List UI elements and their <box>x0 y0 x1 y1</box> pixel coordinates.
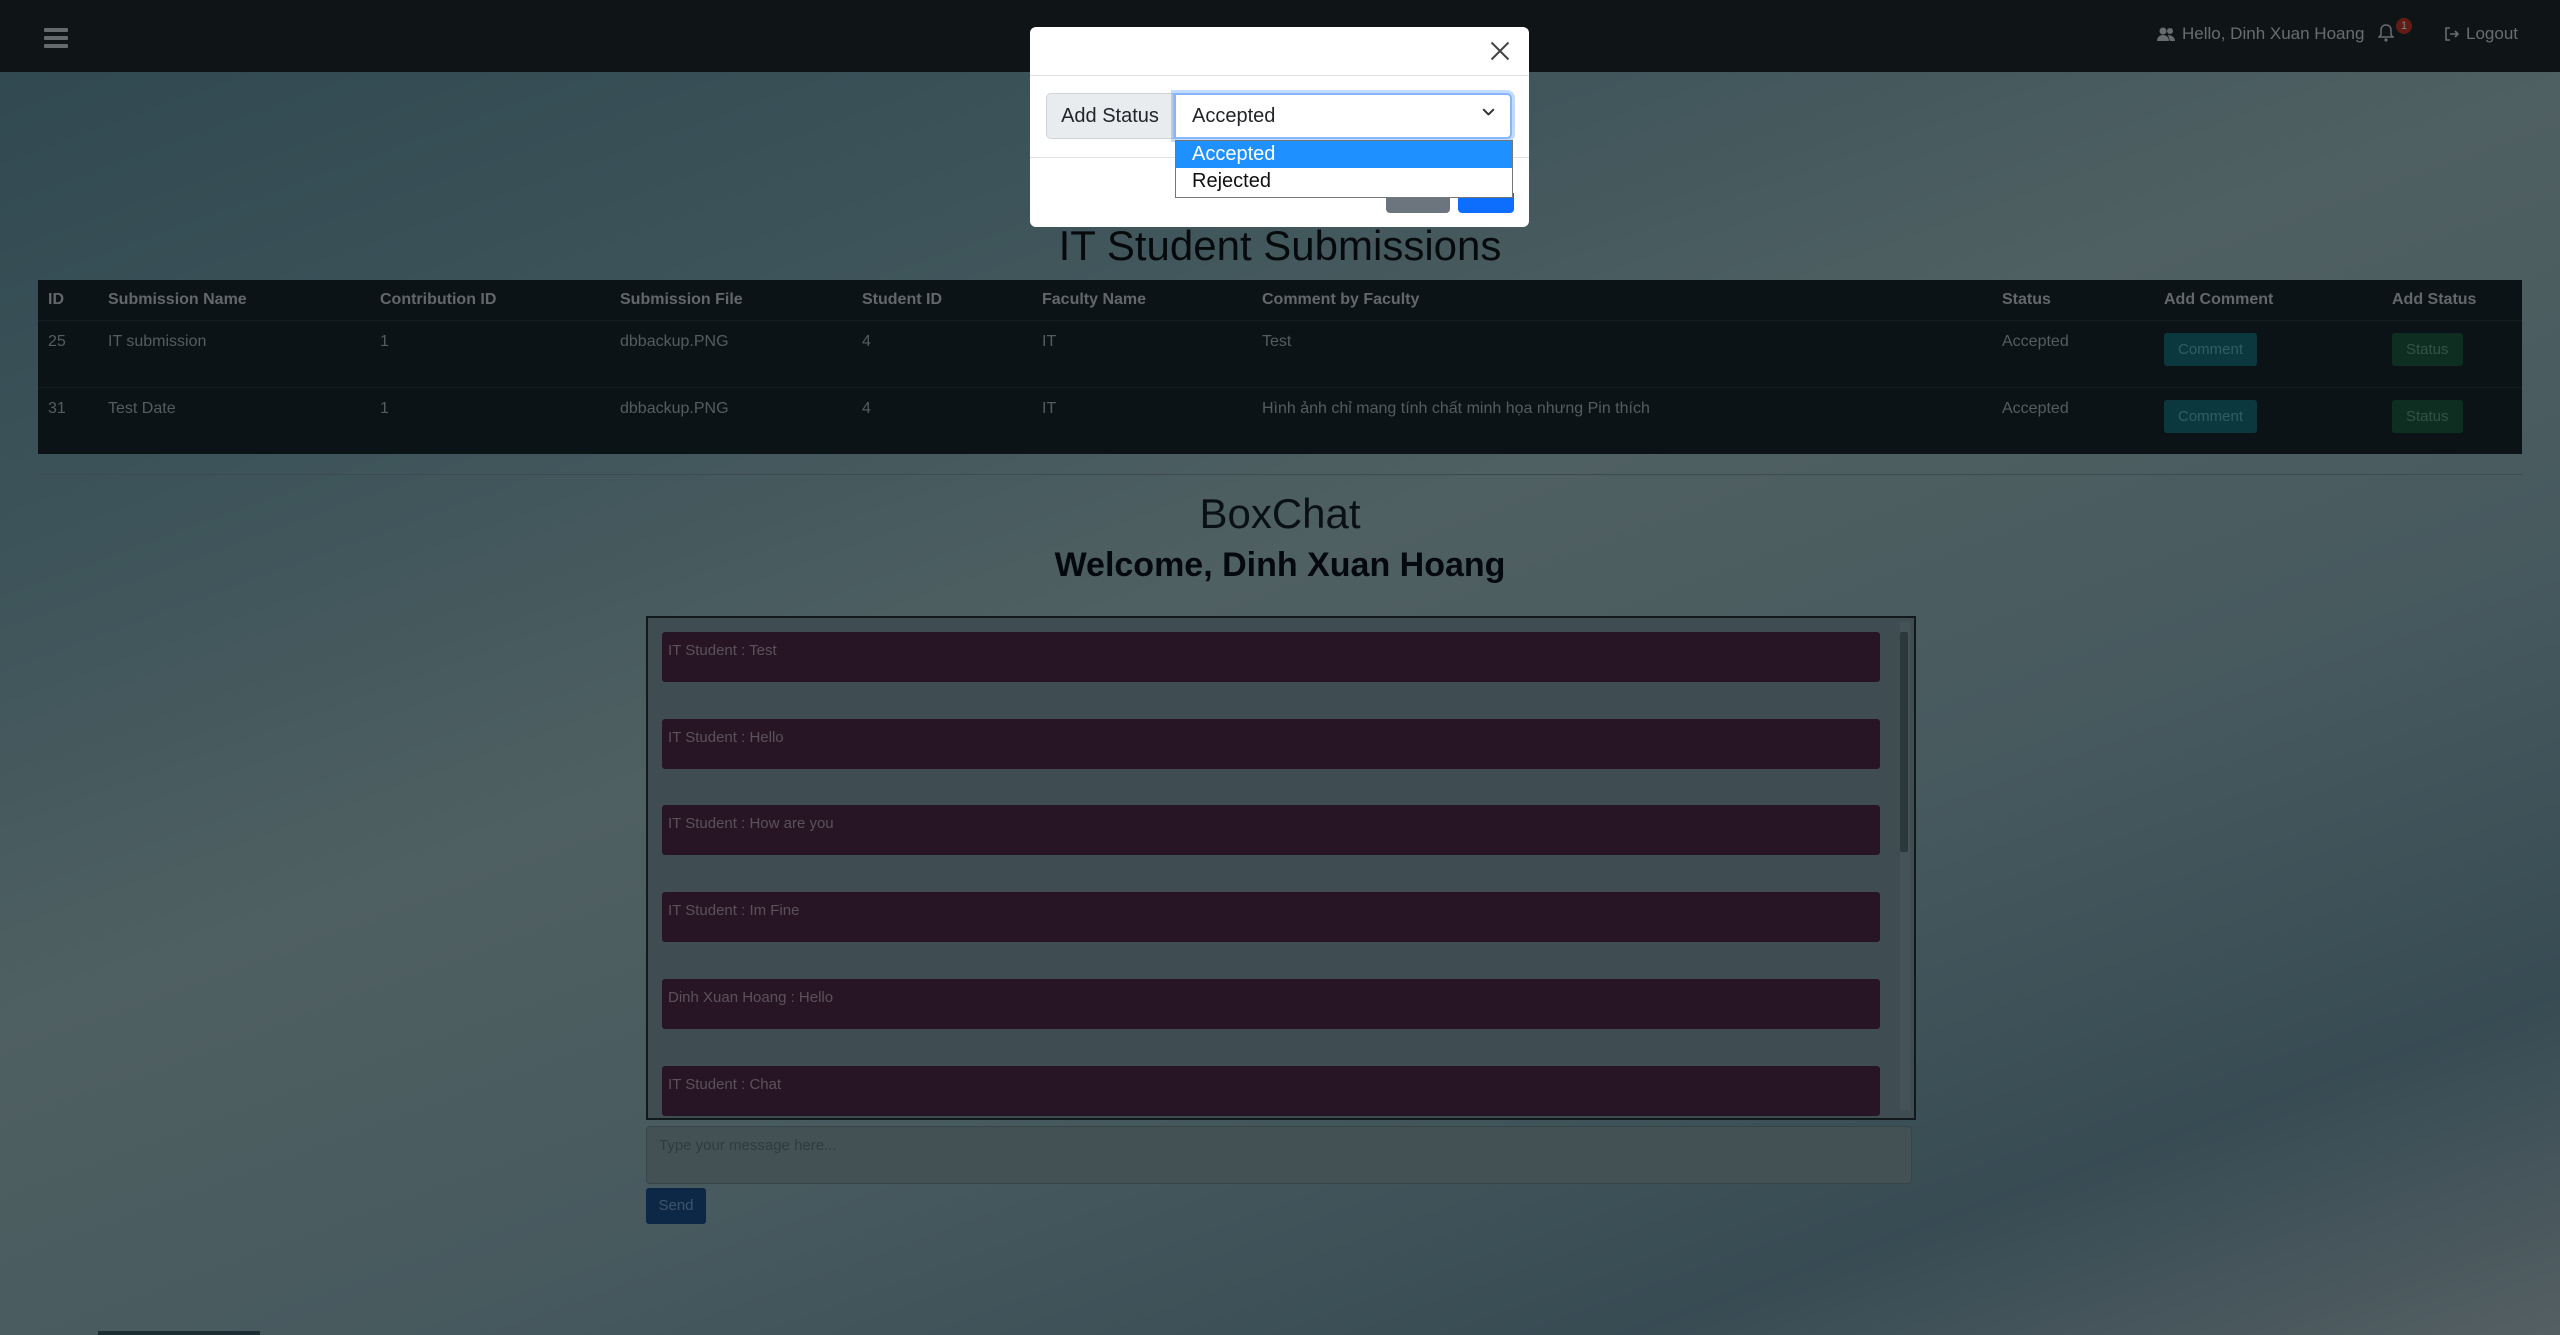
chevron-down-icon <box>1482 108 1495 118</box>
status-select[interactable]: Accepted <box>1174 93 1512 139</box>
status-dropdown-list: Accepted Rejected <box>1175 140 1513 198</box>
dropdown-option-rejected[interactable]: Rejected <box>1176 168 1512 195</box>
close-icon[interactable] <box>1490 41 1510 61</box>
modal-header <box>1030 27 1529 76</box>
dropdown-option-accepted[interactable]: Accepted <box>1176 141 1512 168</box>
status-select-value: Accepted <box>1192 105 1276 127</box>
status-input-group: Add Status Accepted <box>1046 93 1512 139</box>
add-status-label: Add Status <box>1046 93 1174 139</box>
